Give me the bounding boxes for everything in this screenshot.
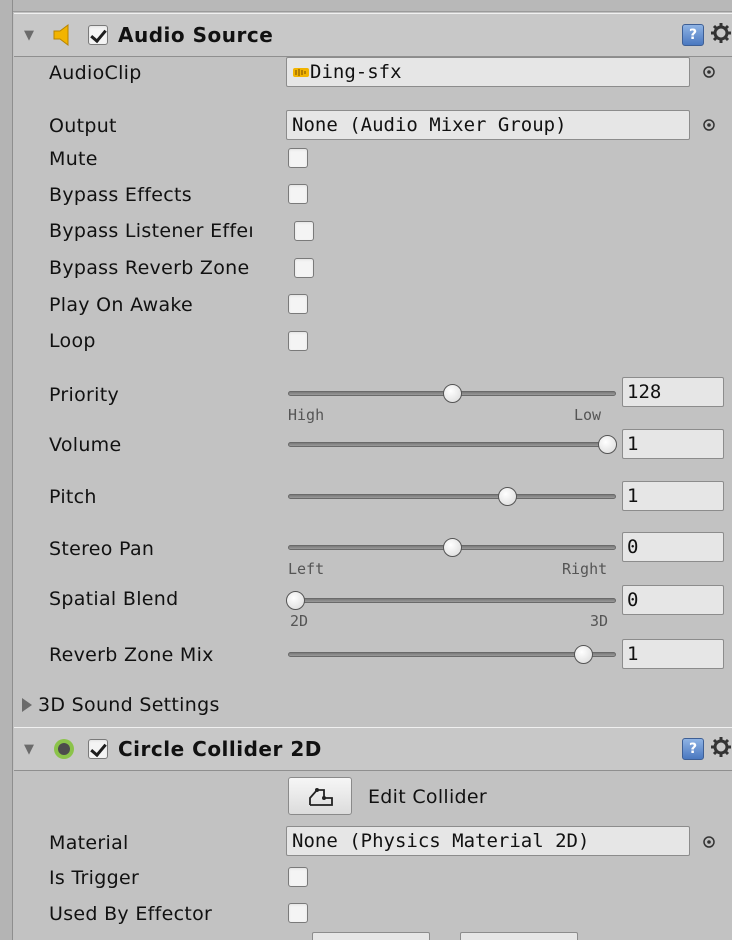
bypass-listener-effects-label: Bypass Listener Effeı [49, 220, 254, 242]
output-field[interactable]: None (Audio Mixer Group) [286, 110, 690, 140]
is-trigger-checkbox[interactable] [288, 867, 308, 887]
reverb-zone-mix-value-field[interactable]: 1 [622, 639, 724, 669]
output-value: None (Audio Mixer Group) [292, 114, 567, 136]
priority-left-caption: High [288, 406, 325, 424]
play-on-awake-checkbox[interactable] [288, 294, 308, 314]
pitch-slider-track[interactable] [288, 494, 616, 499]
pitch-slider-thumb[interactable] [498, 487, 518, 506]
reverb-zone-mix-slider-thumb[interactable] [573, 645, 593, 664]
priority-right-caption: Low [574, 406, 602, 424]
spatial-blend-slider-thumb[interactable] [286, 591, 305, 610]
foldout-arrow-icon[interactable]: ▼ [24, 28, 34, 43]
material-label: Material [49, 832, 129, 854]
stereo-pan-slider-thumb[interactable] [442, 538, 462, 557]
reverb-zone-mix-label: Reverb Zone Mix [49, 644, 214, 666]
offset-x-field[interactable] [312, 932, 430, 940]
spatial-blend-value-field[interactable]: 0 [622, 585, 724, 615]
speaker-icon [53, 24, 69, 46]
object-picker-target-icon[interactable] [702, 835, 716, 849]
pitch-label: Pitch [49, 486, 97, 508]
mute-checkbox[interactable] [288, 148, 308, 168]
inspector-top-frame [13, 0, 732, 12]
audio-source-title: Audio Source [118, 23, 274, 47]
priority-value-field[interactable]: 128 [622, 377, 724, 407]
material-value: None (Physics Material 2D) [292, 830, 590, 852]
circle-collider-title: Circle Collider 2D [118, 737, 322, 761]
mute-label: Mute [49, 148, 98, 170]
audio-clip-icon [293, 68, 309, 77]
inspector-left-frame [0, 0, 13, 940]
audio-source-enabled-checkbox[interactable] [88, 25, 108, 45]
volume-value-field[interactable]: 1 [622, 429, 724, 459]
output-label: Output [49, 115, 117, 137]
bypass-reverb-zone-label: Bypass Reverb Zone [49, 257, 250, 279]
bypass-effects-checkbox[interactable] [288, 184, 308, 204]
stereo-pan-left-caption: Left [288, 560, 325, 578]
spatial-blend-right-caption: 3D [590, 612, 609, 630]
spatial-blend-left-caption: 2D [290, 612, 309, 630]
pitch-value-field[interactable]: 1 [622, 481, 724, 511]
stereo-pan-label: Stereo Pan [49, 538, 155, 560]
bypass-reverb-zone-checkbox[interactable] [294, 258, 314, 278]
used-by-effector-checkbox[interactable] [288, 903, 308, 923]
stereo-pan-right-caption: Right [562, 560, 608, 578]
audio-clip-label: AudioClip [49, 62, 142, 84]
edit-collider-button[interactable] [288, 777, 352, 815]
volume-slider-track[interactable] [288, 442, 616, 447]
circle-collider-icon [54, 739, 74, 759]
stereo-pan-value-field[interactable]: 0 [622, 532, 724, 562]
material-field[interactable]: None (Physics Material 2D) [286, 826, 690, 856]
gear-icon[interactable] [710, 22, 732, 46]
circle-collider-header[interactable]: ▼ Circle Collider 2D ? [14, 727, 732, 771]
priority-label: Priority [49, 384, 120, 406]
spatial-blend-label: Spatial Blend [49, 588, 179, 610]
play-on-awake-label: Play On Awake [49, 294, 194, 316]
sound-settings-foldout-icon[interactable] [22, 698, 32, 712]
used-by-effector-label: Used By Effector [49, 903, 213, 925]
sound-settings-foldout-label[interactable]: 3D Sound Settings [38, 694, 276, 716]
loop-checkbox[interactable] [288, 331, 308, 351]
audio-clip-value: Ding-sfx [310, 61, 402, 83]
help-book-icon[interactable]: ? [682, 738, 704, 760]
circle-collider-enabled-checkbox[interactable] [88, 739, 108, 759]
offset-y-field[interactable] [460, 932, 578, 940]
object-picker-target-icon[interactable] [702, 65, 716, 79]
reverb-zone-mix-slider-track[interactable] [288, 652, 616, 657]
bypass-listener-effects-checkbox[interactable] [294, 221, 314, 241]
gear-icon[interactable] [710, 736, 732, 760]
audio-clip-field[interactable]: Ding-sfx [286, 57, 690, 87]
edit-collider-label: Edit Collider [368, 786, 488, 808]
foldout-arrow-icon[interactable]: ▼ [24, 742, 34, 757]
audio-source-header[interactable]: ▼ Audio Source ? [14, 13, 732, 57]
edit-collider-shape-icon [309, 788, 333, 806]
bypass-effects-label: Bypass Effects [49, 184, 192, 206]
volume-label: Volume [49, 434, 122, 456]
spatial-blend-slider-track[interactable] [288, 598, 616, 603]
priority-slider-thumb[interactable] [442, 384, 462, 403]
loop-label: Loop [49, 330, 96, 352]
help-book-icon[interactable]: ? [682, 24, 704, 46]
is-trigger-label: Is Trigger [49, 867, 140, 889]
object-picker-target-icon[interactable] [702, 118, 716, 132]
volume-slider-thumb[interactable] [598, 435, 617, 454]
